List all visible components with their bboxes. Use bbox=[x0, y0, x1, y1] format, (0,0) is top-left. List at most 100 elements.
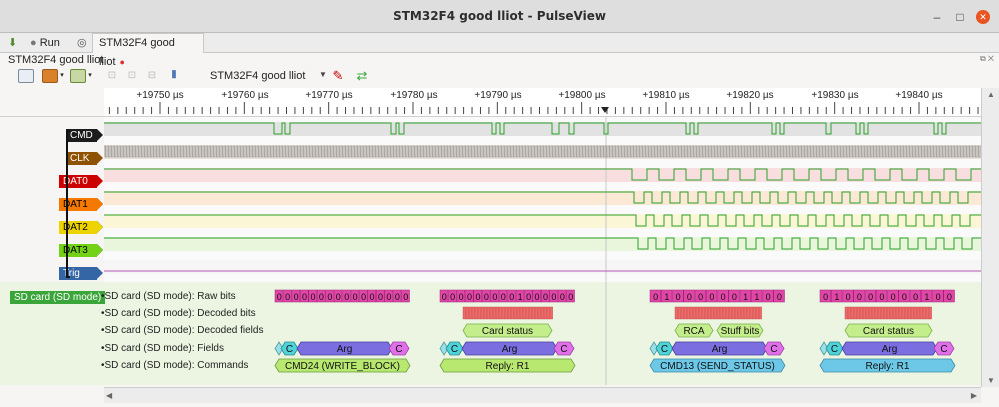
decoded-bit-cell bbox=[483, 306, 487, 320]
zoom-fit-icon[interactable]: ⊟ bbox=[144, 69, 160, 83]
pulseview-window: STM32F4 good lliot - PulseView – □ ✕ ⬇ ●… bbox=[0, 0, 999, 407]
close-icon[interactable]: ✕ bbox=[976, 10, 990, 24]
run-button[interactable]: ● Run bbox=[30, 35, 60, 51]
ruler-label: +19780 µs bbox=[390, 90, 437, 101]
open-file-icon[interactable] bbox=[18, 69, 34, 83]
ruler-label: +19810 µs bbox=[642, 90, 689, 101]
decoded-bit-cell bbox=[674, 306, 678, 320]
command-annotation-text: Reply: R1 bbox=[486, 361, 530, 372]
run-label: Run bbox=[39, 37, 60, 49]
new-session-icon[interactable]: ⬇ bbox=[8, 35, 22, 51]
ruler-label: +19800 µs bbox=[558, 90, 605, 101]
raw-bit-digit: 0 bbox=[403, 292, 408, 302]
trace-area[interactable] bbox=[103, 117, 982, 282]
decoded-bit-cell bbox=[916, 306, 920, 320]
minimize-icon[interactable]: – bbox=[930, 10, 944, 24]
raw-bit-digit: 1 bbox=[664, 292, 669, 302]
ruler-label: +19790 µs bbox=[474, 90, 521, 101]
raw-bit-digit: 0 bbox=[378, 292, 383, 302]
decoder-icon[interactable]: ⇄ bbox=[354, 69, 370, 83]
cursor-icon[interactable]: ⫴ bbox=[166, 69, 182, 83]
device-select[interactable]: STM32F4 good lliot bbox=[210, 70, 305, 82]
channel-label-dat0[interactable]: DAT0 bbox=[59, 175, 103, 188]
channel-label-dat2[interactable]: DAT2 bbox=[59, 221, 103, 234]
raw-bit-digit: 0 bbox=[868, 292, 873, 302]
decoded-bit-cell bbox=[471, 306, 475, 320]
decoder-label[interactable]: SD card (SD mode) bbox=[10, 291, 106, 304]
raw-bit-digit: 0 bbox=[766, 292, 771, 302]
zoom-out-icon[interactable]: ⊡ bbox=[124, 69, 140, 83]
raw-bit-digit: 0 bbox=[551, 292, 556, 302]
dock-icons[interactable]: ⧉ ✕ bbox=[980, 54, 994, 64]
channel-label-trig[interactable]: Trig bbox=[59, 267, 103, 280]
cursor-marker-icon bbox=[601, 107, 609, 113]
decoded-bit-cell bbox=[495, 306, 499, 320]
raw-bit-digit: 0 bbox=[777, 292, 782, 302]
time-ruler[interactable]: +19750 µs +19760 µs +19770 µs +19780 µs +197… bbox=[104, 88, 981, 116]
raw-bit-digit: 0 bbox=[732, 292, 737, 302]
channel-label-cmd[interactable]: CMD bbox=[66, 129, 103, 142]
raw-bit-digit: 0 bbox=[370, 292, 375, 302]
decoded-bit-cell bbox=[510, 306, 514, 320]
channel-group-bracket bbox=[66, 130, 70, 278]
probe-icon[interactable]: ✎ bbox=[330, 69, 346, 83]
scroll-down-icon[interactable]: ▼ bbox=[987, 376, 995, 385]
raw-bit-digit: 0 bbox=[823, 292, 828, 302]
vertical-scrollbar[interactable]: ▲ ▼ bbox=[981, 88, 999, 387]
ruler-label: +19830 µs bbox=[811, 90, 858, 101]
channel-label-dat3[interactable]: DAT3 bbox=[59, 244, 103, 257]
ruler-label: +19760 µs bbox=[221, 90, 268, 101]
decoded-bit-cell bbox=[734, 306, 738, 320]
scroll-right-icon[interactable]: ▶ bbox=[971, 391, 977, 400]
horizontal-scrollbar[interactable]: ◀ ▶ bbox=[104, 387, 981, 403]
chevron-down-icon[interactable]: ▾ bbox=[58, 69, 66, 83]
decoded-bit-cell bbox=[686, 306, 690, 320]
decoder-row-label: •SD card (SD mode): Raw bits bbox=[101, 291, 236, 302]
open-dropdown-icon[interactable] bbox=[42, 69, 58, 83]
trace-bg bbox=[104, 214, 981, 228]
raw-bit-digit: 0 bbox=[568, 292, 573, 302]
decoded-bit-cell bbox=[698, 306, 702, 320]
settings-icon[interactable]: ◎ bbox=[77, 35, 87, 51]
raw-bit-digit: 0 bbox=[902, 292, 907, 302]
save-icon[interactable] bbox=[70, 69, 86, 83]
raw-bit-digit: 0 bbox=[913, 292, 918, 302]
raw-bit-digit: 0 bbox=[319, 292, 324, 302]
field-crc-text: C bbox=[395, 344, 402, 355]
raw-bit-digit: 0 bbox=[501, 292, 506, 302]
decoded-bit-cell bbox=[862, 306, 866, 320]
channel-label-clk[interactable]: CLK bbox=[66, 152, 103, 165]
decoded-field-text: Card status bbox=[482, 326, 533, 337]
decoded-bit-cell bbox=[728, 306, 732, 320]
title-bar: STM32F4 good lliot - PulseView – □ ✕ bbox=[0, 0, 999, 33]
decoded-bit-cell bbox=[895, 306, 899, 320]
decoded-bit-cell bbox=[531, 306, 535, 320]
scroll-up-icon[interactable]: ▲ bbox=[987, 90, 995, 99]
chevron-down-icon[interactable]: ▾ bbox=[86, 69, 94, 83]
tab-session[interactable]: STM32F4 good lliot ● bbox=[92, 33, 204, 68]
decoded-bit-cell bbox=[519, 306, 523, 320]
raw-bit-digit: 0 bbox=[467, 292, 472, 302]
decoded-bit-cell bbox=[749, 306, 753, 320]
decoded-bit-cell bbox=[701, 306, 705, 320]
chevron-down-icon[interactable]: ▼ bbox=[319, 70, 327, 79]
decoded-bit-cell bbox=[859, 306, 863, 320]
channel-label-dat1[interactable]: DAT1 bbox=[59, 198, 103, 211]
decoded-bit-cell bbox=[892, 306, 896, 320]
scroll-left-icon[interactable]: ◀ bbox=[106, 391, 112, 400]
raw-bit-digit: 0 bbox=[709, 292, 714, 302]
command-annotation-text: CMD13 (SEND_STATUS) bbox=[660, 361, 775, 372]
raw-bit-digit: 1 bbox=[518, 292, 523, 302]
decoded-bit-cell bbox=[719, 306, 723, 320]
tab-bar: ⬇ ● Run ◎ STM32F4 good lliot ● bbox=[0, 33, 999, 68]
decoded-bit-cell bbox=[716, 306, 720, 320]
decoded-bit-cell bbox=[752, 306, 756, 320]
maximize-icon[interactable]: □ bbox=[953, 10, 967, 24]
raw-bit-digit: 0 bbox=[386, 292, 391, 302]
zoom-in-icon[interactable]: ⊡ bbox=[104, 69, 120, 83]
raw-bit-digit: 0 bbox=[653, 292, 658, 302]
channel-label-arrow bbox=[97, 221, 103, 233]
channel-label-arrow bbox=[97, 244, 103, 256]
decoded-bit-cell bbox=[853, 306, 857, 320]
field-c-text: C bbox=[661, 344, 668, 355]
